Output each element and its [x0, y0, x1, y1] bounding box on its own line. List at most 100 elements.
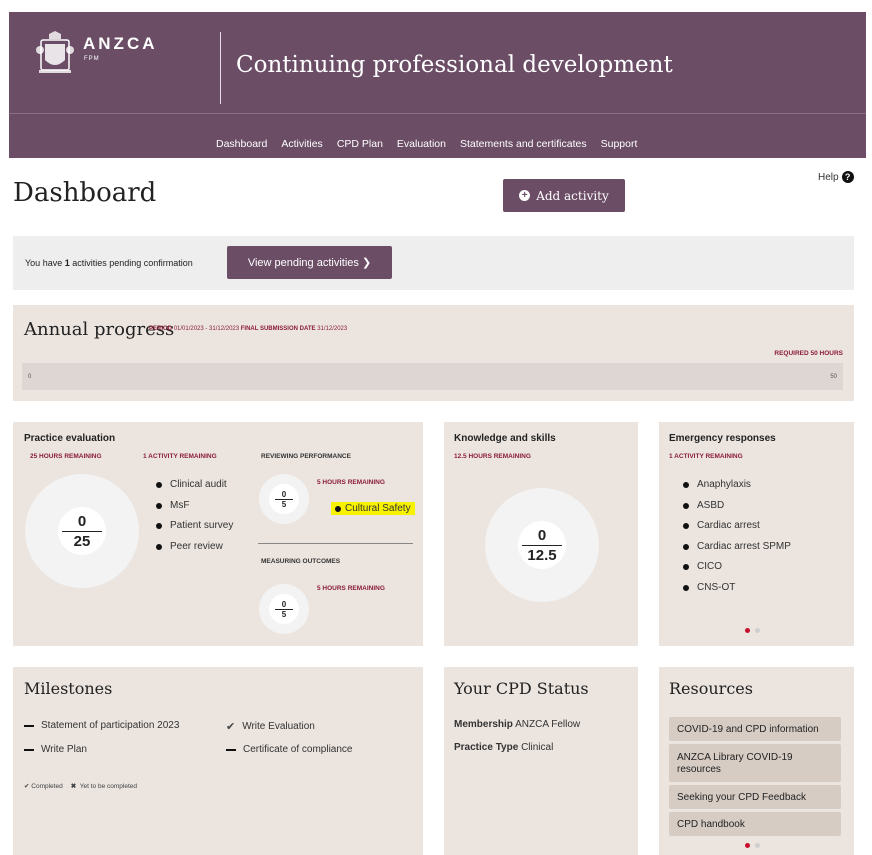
- legend-completed-label: Completed: [31, 783, 63, 790]
- practice-donut-center: 0 25: [58, 507, 106, 555]
- list-item[interactable]: MsF: [156, 500, 233, 521]
- reviewing-performance-title: REVIEWING PERFORMANCE: [261, 453, 351, 460]
- list-item[interactable]: Cardiac arrest SPMP: [683, 541, 791, 562]
- plus-circle-icon: +: [519, 190, 531, 201]
- dash-icon: [226, 748, 236, 751]
- main-nav: Dashboard Activities CPD Plan Evaluation…: [9, 113, 866, 158]
- practice-type-row: Practice Type Clinical: [454, 742, 553, 753]
- list-item[interactable]: Clinical audit: [156, 479, 233, 500]
- knowledge-title: Knowledge and skills: [454, 433, 556, 444]
- practice-evaluation-card: Practice evaluation 25 HOURS REMAINING 1…: [13, 422, 423, 646]
- measuring-donut: 0 5: [259, 584, 309, 634]
- practice-done: 0: [77, 512, 87, 530]
- annual-progress-bar: 0 50: [22, 363, 843, 390]
- required-hours: REQUIRED 50 HOURS: [774, 350, 843, 357]
- add-activity-button[interactable]: + Add activity: [503, 179, 625, 212]
- list-item[interactable]: Patient survey: [156, 520, 233, 541]
- nav-support[interactable]: Support: [601, 138, 638, 150]
- knowledge-donut: 0 12.5: [485, 488, 599, 602]
- add-activity-label: Add activity: [536, 188, 609, 203]
- practice-type-label: Practice Type: [454, 742, 519, 753]
- milestones-legend: ✔ Completed ✖ Yet to be completed: [24, 782, 137, 790]
- pending-prefix: You have: [25, 258, 65, 268]
- resource-link[interactable]: Seeking your CPD Feedback: [669, 785, 841, 809]
- practice-activities-list: Clinical audit MsF Patient survey Peer r…: [156, 479, 233, 561]
- practice-hours-remaining: 25 HOURS REMAINING: [30, 453, 102, 460]
- carousel-dot[interactable]: [755, 628, 760, 633]
- pending-message: You have 1 activities pending confirmati…: [25, 258, 193, 268]
- milestone-label: Statement of participation 2023: [41, 720, 180, 731]
- resource-link[interactable]: COVID-19 and CPD information: [669, 717, 841, 741]
- milestone-label: Certificate of compliance: [243, 744, 353, 755]
- cultural-safety-item[interactable]: Cultural Safety: [331, 498, 415, 516]
- highlighted-item: Cultural Safety: [331, 502, 415, 515]
- pending-suffix: activities pending confirmation: [69, 258, 193, 268]
- help-link[interactable]: Help ?: [818, 171, 854, 183]
- knowledge-total: 12.5: [527, 546, 557, 564]
- list-item[interactable]: CNS-OT: [683, 582, 791, 603]
- checkmark-icon: ✔: [226, 721, 236, 733]
- measuring-donut-center: 0 5: [269, 594, 299, 624]
- anzca-crest-logo[interactable]: [35, 30, 75, 76]
- milestone-item: Write Plan: [24, 744, 87, 755]
- period-value: 01/01/2023 - 31/12/2023: [173, 326, 240, 332]
- reviewing-done: 0: [281, 489, 287, 499]
- dash-icon: [24, 724, 34, 727]
- progress-min: 0: [28, 374, 32, 380]
- period-label: PERIOD: [149, 326, 173, 332]
- emergency-list: Anaphylaxis ASBD Cardiac arrest Cardiac …: [683, 479, 791, 602]
- membership-label: Membership: [454, 719, 513, 730]
- knowledge-donut-center: 0 12.5: [518, 521, 566, 569]
- list-item[interactable]: ASBD: [683, 500, 791, 521]
- list-item[interactable]: Peer review: [156, 541, 233, 562]
- practice-total: 25: [73, 532, 91, 550]
- checkmark-icon: ✔: [24, 783, 30, 790]
- pending-activities-bar: You have 1 activities pending confirmati…: [13, 236, 854, 290]
- reviewing-hours: 5 HOURS REMAINING: [317, 479, 385, 486]
- list-item[interactable]: Anaphylaxis: [683, 479, 791, 500]
- legend-pending: ✖ Yet to be completed: [71, 782, 137, 790]
- dash-icon: [24, 748, 34, 751]
- header-divider: [220, 32, 221, 104]
- knowledge-done: 0: [537, 526, 547, 544]
- reviewing-donut-center: 0 5: [269, 484, 299, 514]
- knowledge-hours-remaining: 12.5 HOURS REMAINING: [454, 453, 531, 460]
- reviewing-total: 5: [281, 499, 287, 509]
- resource-link[interactable]: ANZCA Library COVID-19 resources: [669, 744, 841, 782]
- legend-completed: ✔ Completed: [24, 782, 63, 790]
- list-item[interactable]: Cardiac arrest: [683, 520, 791, 541]
- resource-link[interactable]: CPD handbook: [669, 812, 841, 836]
- annual-period-meta: PERIOD 01/01/2023 - 31/12/2023 FINAL SUB…: [149, 326, 347, 332]
- carousel-dots: [745, 628, 760, 633]
- nav-dashboard[interactable]: Dashboard: [216, 138, 267, 150]
- cpd-status-title: Your CPD Status: [454, 679, 589, 698]
- site-title: Continuing professional development: [236, 52, 673, 78]
- measuring-outcomes-title: MEASURING OUTCOMES: [261, 558, 341, 565]
- carousel-dot-active[interactable]: [745, 843, 750, 848]
- annual-progress-panel: Annual progress PERIOD 01/01/2023 - 31/1…: [13, 305, 854, 401]
- page-title: Dashboard: [13, 178, 157, 208]
- nav-activities[interactable]: Activities: [281, 138, 322, 150]
- cultural-safety-label: Cultural Safety: [345, 503, 411, 514]
- measuring-hours: 5 HOURS REMAINING: [317, 585, 385, 592]
- nav-statements[interactable]: Statements and certificates: [460, 138, 587, 150]
- progress-max: 50: [830, 374, 837, 380]
- nav-cpd-plan[interactable]: CPD Plan: [337, 138, 383, 150]
- emergency-responses-card: Emergency responses 1 ACTIVITY REMAINING…: [659, 422, 854, 646]
- carousel-dot[interactable]: [755, 843, 760, 848]
- emergency-title: Emergency responses: [669, 433, 776, 444]
- carousel-dot-active[interactable]: [745, 628, 750, 633]
- milestones-title: Milestones: [24, 679, 113, 698]
- milestones-card: Milestones Statement of participation 20…: [13, 667, 423, 855]
- nav-evaluation[interactable]: Evaluation: [397, 138, 446, 150]
- resources-card: Resources COVID-19 and CPD information A…: [659, 667, 854, 855]
- brand-name: ANZCA: [83, 34, 158, 53]
- emergency-activity-remaining: 1 ACTIVITY REMAINING: [669, 453, 743, 460]
- help-label: Help: [818, 171, 839, 183]
- list-item[interactable]: CICO: [683, 561, 791, 582]
- final-submission-label: FINAL SUBMISSION DATE: [240, 326, 316, 332]
- view-pending-button[interactable]: View pending activities ❯: [227, 246, 392, 279]
- milestone-item: ✔ Write Evaluation: [226, 720, 315, 733]
- milestone-label: Write Plan: [41, 744, 87, 755]
- measuring-done: 0: [281, 599, 287, 609]
